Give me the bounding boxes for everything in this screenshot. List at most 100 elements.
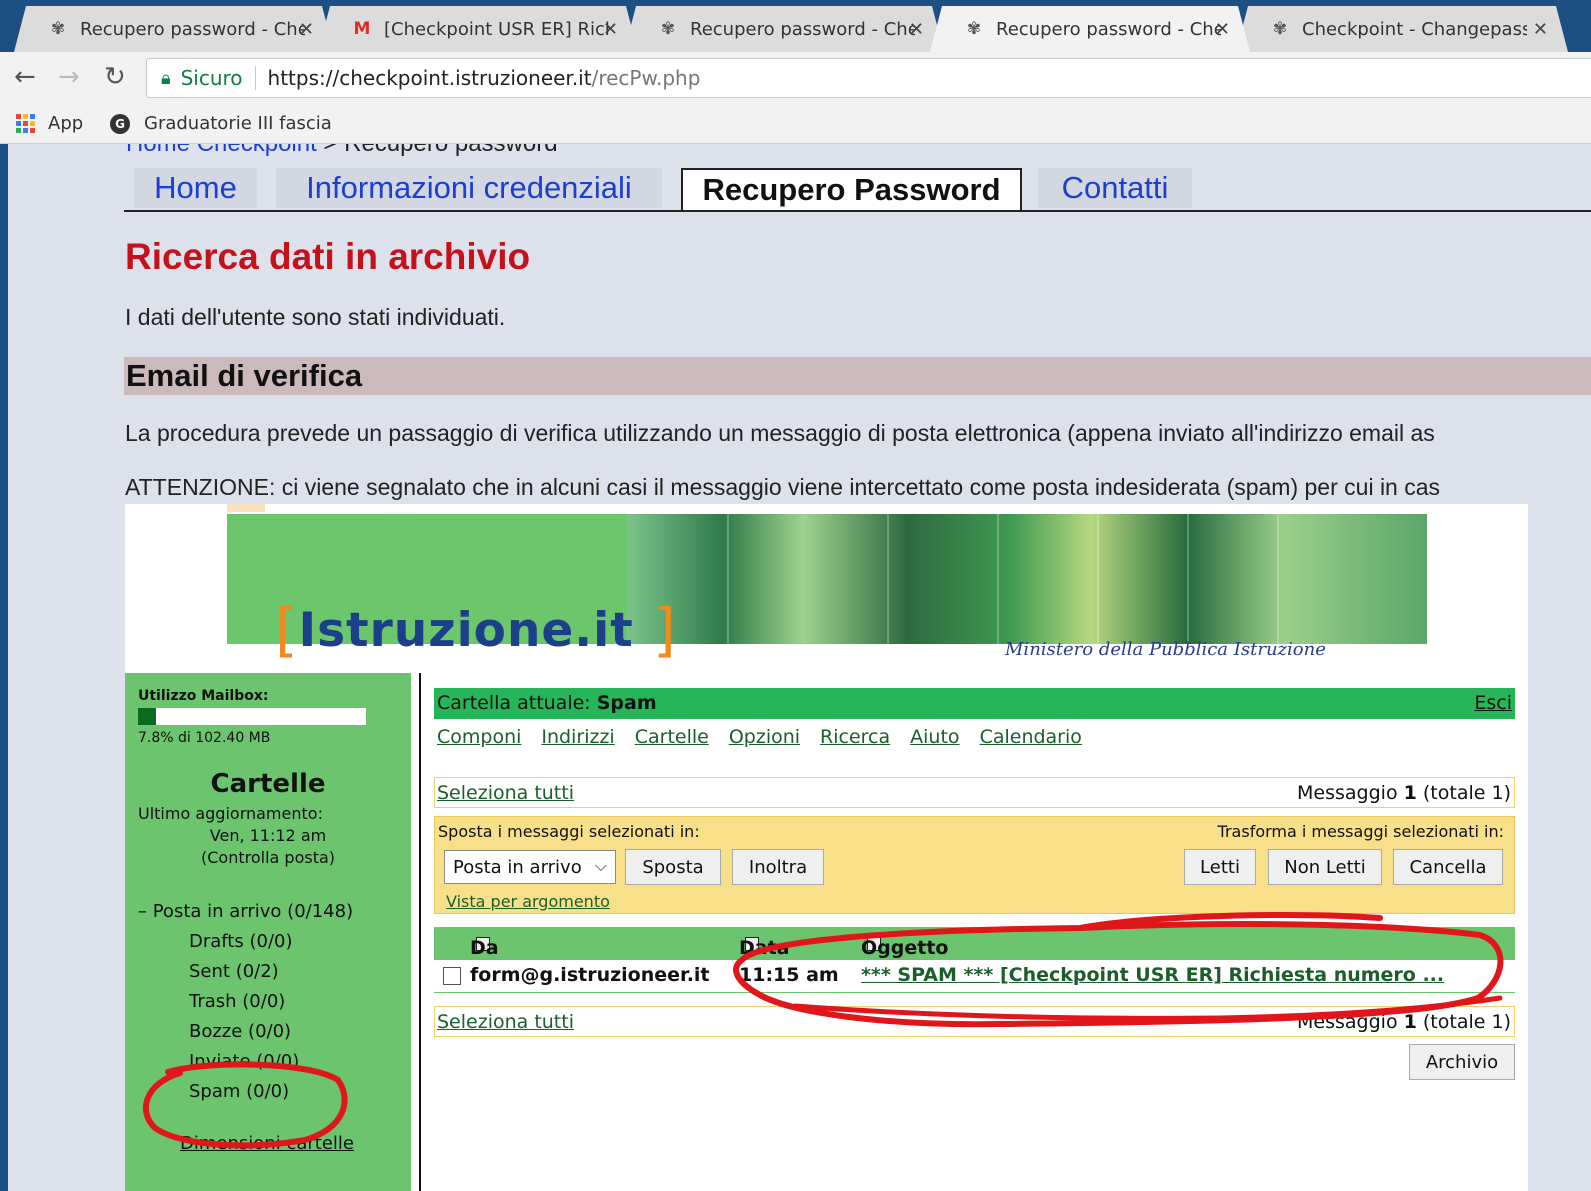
tab-title: [Checkpoint USR ER] Rich: [384, 18, 609, 40]
archive-button[interactable]: Archivio: [1409, 1044, 1515, 1080]
check-mail-link[interactable]: Controlla posta: [207, 848, 329, 867]
mark-unread-button[interactable]: Non Letti: [1268, 849, 1382, 885]
brand-text: Istruzione.it: [298, 603, 634, 658]
menu-aiuto[interactable]: Aiuto: [910, 726, 959, 748]
usage-fill: [138, 708, 156, 725]
nav-home[interactable]: Home: [134, 168, 257, 208]
usr-favicon-icon: ✾: [1272, 19, 1288, 39]
tab-title: Recupero password - Che: [690, 18, 915, 40]
tab-title: Recupero password - Che: [996, 18, 1221, 40]
col-from[interactable]: Da: [470, 932, 499, 959]
menu-componi[interactable]: Componi: [437, 726, 521, 748]
usr-favicon-icon: ✾: [50, 19, 66, 39]
back-icon[interactable]: ←: [14, 64, 36, 90]
breadcrumb: Home Checkpoint > Recupero password: [126, 144, 558, 158]
site-nav: Home Informazioni credenziali Recupero P…: [124, 168, 1591, 212]
folder-trash[interactable]: Trash (0/0): [189, 991, 285, 1012]
close-icon[interactable]: ✕: [299, 19, 314, 40]
folder-spam[interactable]: Spam (0/0): [189, 1081, 289, 1102]
page-title: Ricerca dati in archivio: [125, 236, 531, 277]
message-table-header: Da Data Oggetto: [434, 927, 1515, 960]
lock-icon: 🔒︎: [161, 67, 171, 89]
section-title: Email di verifica: [126, 358, 363, 393]
bookmark-favicon-icon: G: [110, 113, 130, 134]
nav-informazioni[interactable]: Informazioni credenziali: [276, 168, 662, 208]
menu-calendario[interactable]: Calendario: [980, 726, 1082, 748]
close-icon[interactable]: ✕: [909, 19, 924, 40]
mail-menu: Componi Indirizzi Cartelle Opzioni Ricerca Ai…: [437, 726, 1102, 748]
browser-tab-active[interactable]: ✾ Recupero password - Che ✕: [930, 6, 1250, 52]
banner-photos: [627, 514, 1427, 644]
istruzione-logo: [Istruzione.it ]: [275, 596, 677, 664]
banner-corner-decoration: [227, 504, 265, 512]
url-path: /recPw.php: [591, 66, 701, 90]
current-folder-bar: Cartella attuale: Spam Esci: [434, 688, 1515, 719]
message-checkbox[interactable]: [443, 967, 461, 985]
url-input[interactable]: 🔒︎ Sicuro https://checkpoint.istruzionee…: [146, 58, 1591, 98]
browser-tab[interactable]: ✾ Recupero password - Che ✕: [14, 6, 334, 52]
folder-bozze[interactable]: Bozze (0/0): [189, 1021, 291, 1042]
folder-inviate[interactable]: Inviate (0/0): [189, 1051, 299, 1072]
menu-cartelle[interactable]: Cartelle: [635, 726, 709, 748]
found-text: I dati dell'utente sono stati individuat…: [125, 304, 506, 330]
close-icon[interactable]: ✕: [1215, 19, 1230, 40]
logout-link[interactable]: Esci: [1474, 692, 1512, 714]
mailbox-usage-bar: [138, 708, 366, 725]
folders-title: Cartelle: [210, 769, 326, 799]
folder-drafts[interactable]: Drafts (0/0): [189, 931, 292, 952]
select-all-bar-top: Seleziona tutti Messaggio 1 (totale 1): [434, 777, 1515, 808]
secure-label: Sicuro: [180, 66, 243, 90]
bookmark-apps[interactable]: App: [16, 113, 83, 134]
close-icon[interactable]: ✕: [603, 19, 618, 40]
last-update-time: Ven, 11:12 am: [209, 826, 327, 845]
mailbox-usage-label: Utilizzo Mailbox:: [138, 688, 269, 704]
message-row[interactable]: form@g.istruzioneer.it 11:15 am *** SPAM…: [434, 960, 1515, 993]
menu-ricerca[interactable]: Ricerca: [820, 726, 890, 748]
message-count: Messaggio 1 (totale 1): [1297, 782, 1511, 804]
last-update-label: Ultimo aggiornamento:: [138, 804, 323, 823]
last-update: Ultimo aggiornamento: Ven, 11:12 am (Con…: [125, 803, 411, 869]
section-header: Email di verifica: [124, 357, 1591, 395]
close-icon[interactable]: ✕: [1533, 19, 1548, 40]
folder-sidebar: Utilizzo Mailbox: 7.8% di 102.40 MB Cart…: [125, 673, 411, 1191]
forward-button[interactable]: Inoltra: [732, 849, 824, 885]
col-subject[interactable]: Oggetto: [861, 932, 948, 959]
folder-sent[interactable]: Sent (0/2): [189, 961, 279, 982]
menu-opzioni[interactable]: Opzioni: [729, 726, 800, 748]
forward-icon[interactable]: →: [58, 64, 80, 90]
browser-tab[interactable]: ✾ Recupero password - Che ✕: [624, 6, 944, 52]
bookmark-label: App: [48, 113, 84, 134]
breadcrumb-current: > Recupero password: [317, 144, 557, 157]
mark-read-button[interactable]: Letti: [1184, 849, 1256, 885]
nav-contatti[interactable]: Contatti: [1038, 168, 1192, 208]
message-count: Messaggio 1 (totale 1): [1297, 1011, 1511, 1033]
message-from: form@g.istruzioneer.it: [470, 964, 710, 986]
bookmark-graduatorie[interactable]: G Graduatorie III fascia: [110, 113, 332, 134]
select-all-link[interactable]: Seleziona tutti: [437, 1011, 574, 1033]
move-target-select[interactable]: Posta in arrivo ⌵: [444, 850, 616, 884]
usr-favicon-icon: ✾: [966, 19, 982, 39]
url-host: https://checkpoint.istruzioneer.it: [267, 66, 592, 90]
folder-inbox[interactable]: – Posta in arrivo (0/148): [138, 901, 353, 922]
select-all-bar-bottom: Seleziona tutti Messaggio 1 (totale 1): [434, 1006, 1515, 1037]
warning-text: ATTENZIONE: ci viene segnalato che in al…: [125, 474, 1441, 500]
breadcrumb-home-link[interactable]: Home Checkpoint: [126, 144, 317, 157]
message-subject[interactable]: *** SPAM *** [Checkpoint USR ER] Richies…: [861, 964, 1444, 986]
menu-indirizzi[interactable]: Indirizzi: [541, 726, 614, 748]
tab-title: Checkpoint - Changepass: [1302, 18, 1527, 40]
delete-button[interactable]: Cancella: [1393, 849, 1503, 885]
reload-icon[interactable]: ↻: [104, 64, 126, 90]
browser-tab[interactable]: M [Checkpoint USR ER] Rich ✕: [318, 6, 638, 52]
actions-box: Sposta i messaggi selezionati in: Trasfo…: [434, 816, 1515, 914]
nav-recupero-password[interactable]: Recupero Password: [681, 168, 1022, 210]
mailbox-usage-value: 7.8% di 102.40 MB: [138, 730, 271, 746]
browser-tab[interactable]: ✾ Checkpoint - Changepass ✕: [1236, 6, 1568, 52]
current-folder: Cartella attuale: Spam: [437, 692, 657, 714]
thread-view-link[interactable]: Vista per argomento: [446, 892, 610, 911]
folder-sizes-link[interactable]: Dimensioni cartelle: [125, 1133, 409, 1154]
select-all-link[interactable]: Seleziona tutti: [437, 782, 574, 804]
bookmarks-bar: App G Graduatorie III fascia: [0, 104, 1591, 144]
move-button[interactable]: Sposta: [625, 849, 721, 885]
col-date[interactable]: Data: [739, 932, 790, 959]
page-content: Home Checkpoint > Recupero password Home…: [8, 144, 1591, 1191]
